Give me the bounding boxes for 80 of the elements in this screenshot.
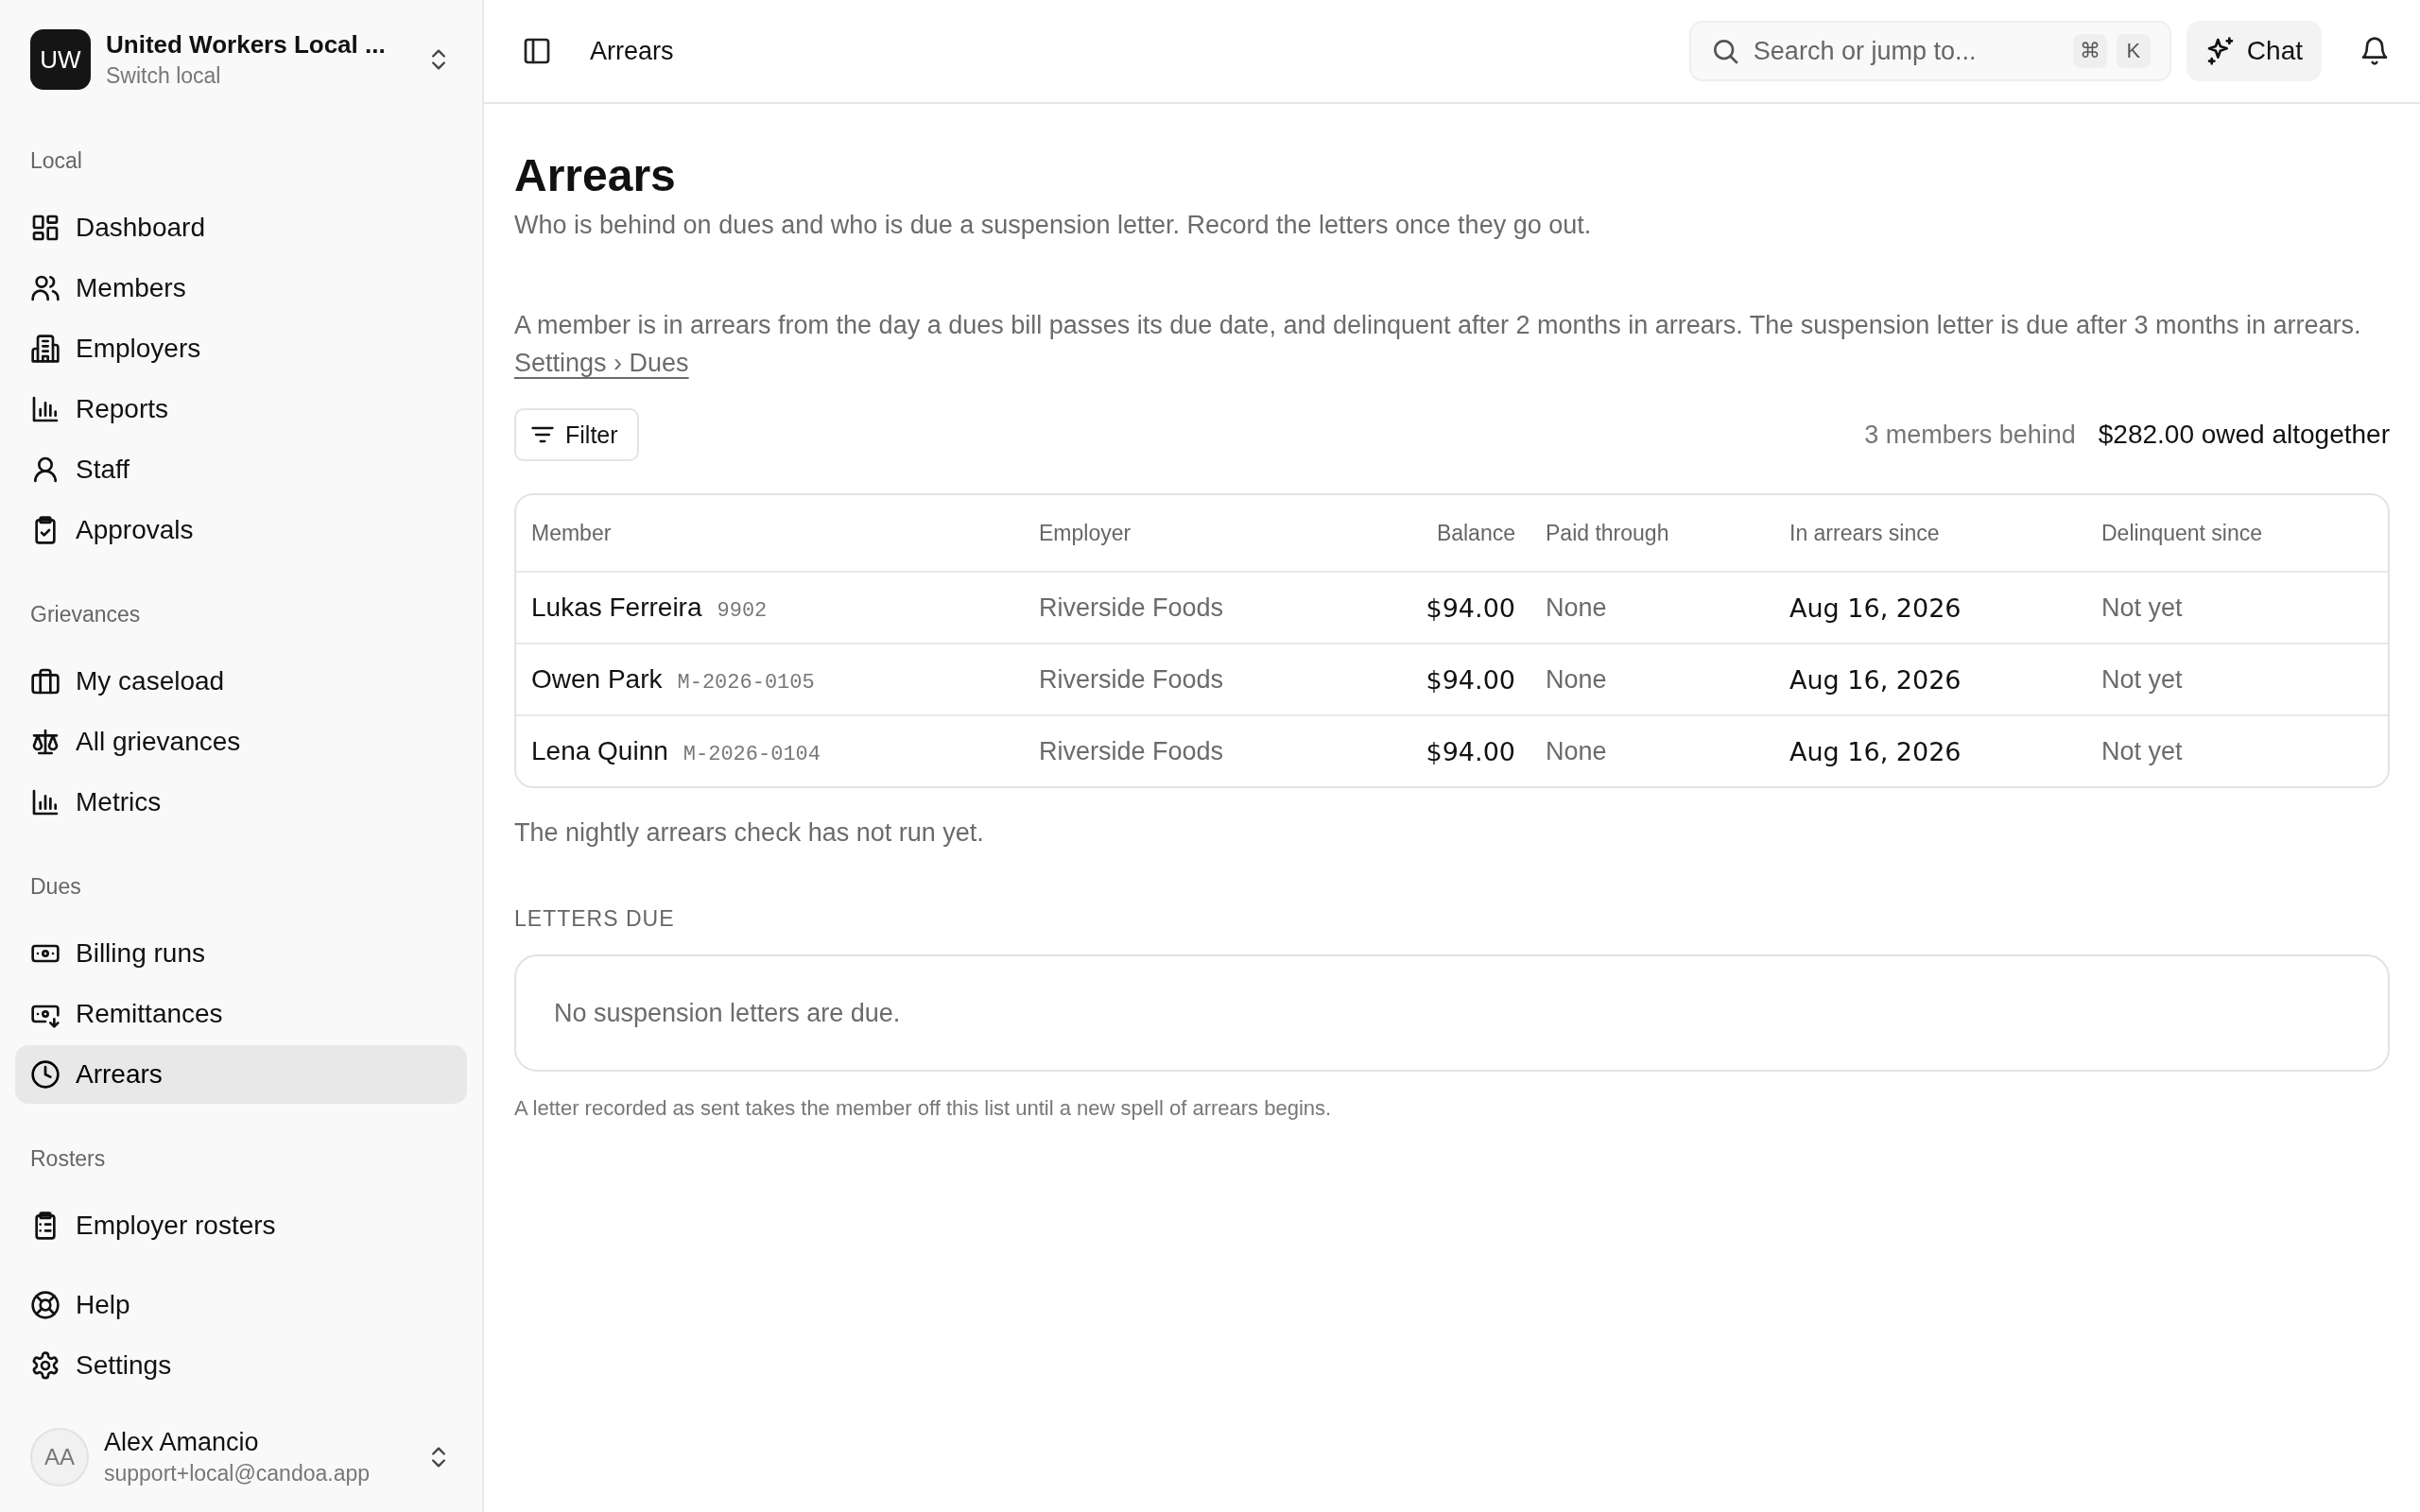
member-id: M-2026-0105 [677, 671, 815, 695]
scales-icon [30, 727, 60, 757]
settings-icon [30, 1350, 60, 1381]
user-email: support+local@candoa.app [104, 1461, 372, 1486]
clock-icon [30, 1059, 60, 1090]
sidebar-item[interactable]: Dashboard [15, 198, 467, 257]
table-cell-text: None [1545, 736, 1608, 766]
filter-button[interactable]: Filter [514, 408, 639, 461]
table-cell-text: $94.00 [1425, 736, 1516, 766]
sidebar-item[interactable]: Arrears [15, 1045, 467, 1104]
table-cell-text: Not yet [2100, 736, 2184, 766]
people-icon [30, 273, 60, 303]
column-header: In arrears since [1789, 520, 1941, 546]
member-name: Lena Quinn [531, 736, 668, 766]
section-heading: Grievances [29, 600, 142, 628]
help-icon [30, 1290, 60, 1320]
status-note: The nightly arrears check has not run yet. [514, 818, 985, 848]
section-heading: Local [29, 146, 83, 175]
sidebar-item[interactable]: Metrics [15, 773, 467, 832]
total-owed: $282.00 owed altogether [2098, 420, 2390, 450]
table-cell-text: Riverside Foods [1038, 593, 1225, 623]
table-cell-text: $94.00 [1425, 593, 1516, 623]
policy-text: A member is in arrears from the day a dues bill passes its due date, and delinquent after 2 months in arrears. The suspension letter is due after 3 months in arrears. Settings › Dues [514, 310, 2362, 379]
member-id: 9902 [717, 599, 768, 623]
settings-link[interactable]: Settings › Dues [514, 349, 689, 377]
column-header: Delinquent since [2100, 520, 2264, 546]
member-name: Lukas Ferreira [531, 593, 702, 623]
bar-chart-icon [30, 787, 60, 817]
section-heading: Dues [29, 872, 82, 901]
column-header: Paid through [1545, 520, 1670, 546]
org-logo: UW [30, 29, 91, 90]
bar-chart-icon [30, 394, 60, 424]
member-name: Owen Park [531, 664, 663, 695]
table-cell-text: Riverside Foods [1038, 736, 1225, 766]
table-cell-text: Not yet [2100, 593, 2184, 623]
footnote: A letter recorded as sent takes the member off this list until a new spell of arrears begins. [514, 1096, 1333, 1121]
sidebar-item[interactable]: Employers [15, 319, 467, 378]
breadcrumb: Arrears [590, 36, 675, 66]
table-cell-text: None [1545, 664, 1608, 695]
user-avatar: AA [30, 1428, 89, 1486]
member-id: M-2026-0104 [683, 743, 821, 766]
user-name: Alex Amancio [104, 1428, 260, 1457]
shortcut-key: ⌘ [2072, 34, 2107, 68]
table-cell-text: Aug 16, 2026 [1789, 664, 1962, 695]
chat-button[interactable]: Chat [2186, 21, 2322, 81]
column-header: Member [530, 520, 613, 546]
section-heading: LETTERS DUE [514, 906, 676, 932]
briefcase-icon [30, 666, 60, 696]
sidebar-item[interactable]: Remittances [15, 985, 467, 1043]
switch-local-label: Switch local [106, 63, 222, 89]
sidebar-item[interactable]: Help [15, 1276, 467, 1334]
page-subtitle: Who is behind on dues and who is due a suspension letter. Record the letters once they go out. [514, 211, 1593, 240]
table-cell-text: Aug 16, 2026 [1789, 736, 1962, 766]
sidebar-item[interactable]: Members [15, 259, 467, 318]
sidebar-item[interactable]: Settings [15, 1336, 467, 1395]
table-cell-text: Riverside Foods [1038, 664, 1225, 695]
column-header: Balance [1435, 520, 1516, 546]
sidebar-item[interactable]: Reports [15, 380, 467, 438]
empty-message: No suspension letters are due. [554, 998, 901, 1028]
members-behind-count: 3 members behind [1864, 420, 2076, 450]
section-heading: Rosters [29, 1144, 107, 1173]
sidebar-item[interactable]: Approvals [15, 501, 467, 559]
table-cell-text: Not yet [2100, 664, 2184, 695]
building-icon [30, 334, 60, 364]
shortcut-key: K [2116, 34, 2151, 68]
column-header: Employer [1038, 520, 1132, 546]
sidebar-toggle-icon[interactable] [522, 36, 552, 66]
table-cell-text: None [1545, 593, 1608, 623]
sidebar-item[interactable]: All grievances [15, 713, 467, 771]
sidebar-item[interactable]: Billing runs [15, 924, 467, 983]
search-field[interactable]: Search or jump to... ⌘ K [1688, 21, 2171, 81]
grid-icon [30, 213, 60, 243]
org-name: United Workers Local ... [106, 30, 387, 60]
bell-icon[interactable] [2360, 36, 2390, 66]
sidebar-item[interactable]: My caseload [15, 652, 467, 711]
page-title: Arrears [514, 149, 677, 201]
sidebar-item[interactable]: Staff [15, 440, 467, 499]
table-cell-text: $94.00 [1425, 664, 1516, 695]
sidebar-item[interactable]: Employer rosters [15, 1196, 467, 1255]
table-cell-text: Aug 16, 2026 [1789, 593, 1962, 623]
